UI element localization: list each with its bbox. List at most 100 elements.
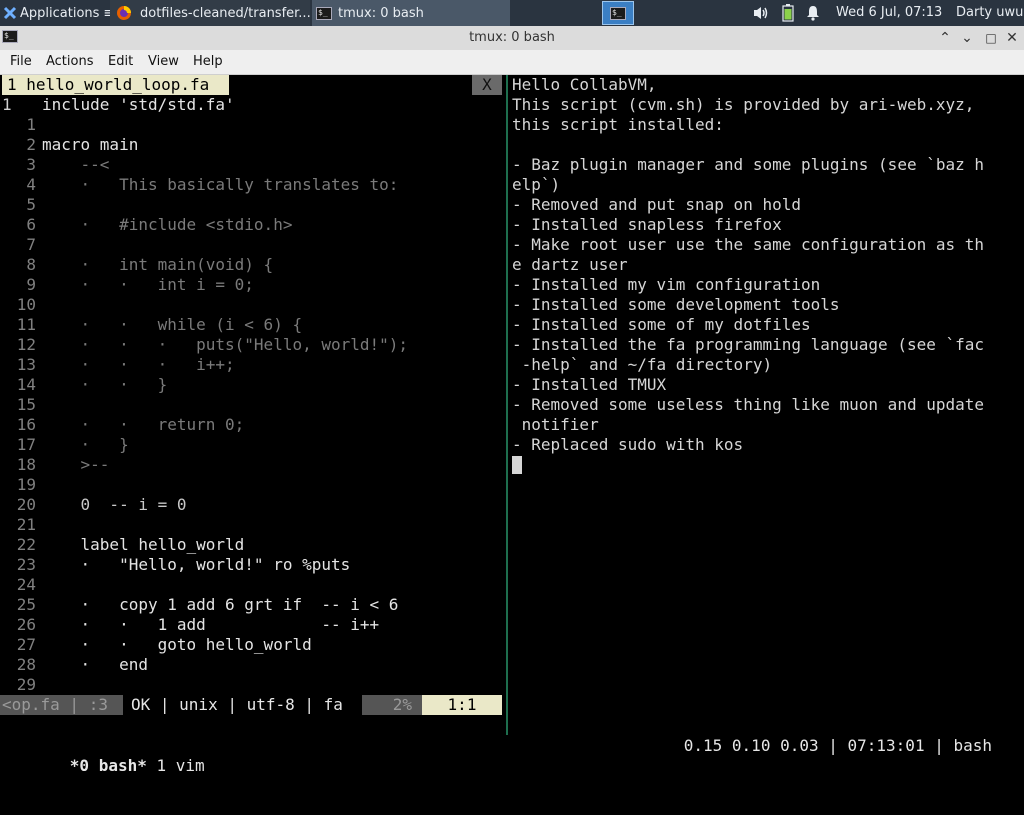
menu-help[interactable]: Help — [193, 54, 223, 69]
line-number: 15 — [16, 395, 36, 414]
line-number: 28 — [16, 655, 36, 674]
tmux-status-bar: *0 bash* 1 vim 0.15 0.10 0.03 | 07:13:01… — [0, 735, 1024, 775]
line-number: 27 — [16, 635, 36, 654]
shell-output-line: - Installed some of my dotfiles — [512, 315, 811, 334]
vim-line-numbers: 1 1 2 3 4 5 6 7 8 9 10 11 12 13 14 15 16 17 18 19 20 21 22 23 24… — [0, 95, 36, 695]
firefox-icon — [116, 5, 132, 21]
shell-output-line: -help` and ~/fa directory) — [512, 355, 773, 374]
window-titlebar[interactable]: $_ tmux: 0 bash ⌃ ⌄ □ ✕ — [0, 26, 1024, 51]
minimize-icon[interactable]: ⌄ — [958, 29, 976, 47]
code-line: --< — [42, 155, 110, 174]
menu-edit[interactable]: Edit — [108, 54, 133, 69]
text-cursor — [512, 456, 522, 474]
line-number: 17 — [16, 435, 36, 454]
panel-user[interactable]: Darty uwu — [956, 5, 1023, 20]
code-line: · This basically translates to: — [42, 175, 399, 194]
task-firefox-label: dotfiles-cleaned/transfer... — [140, 5, 310, 21]
code-line: · "Hello, world!" ro %puts — [42, 555, 351, 574]
line-number: 6 — [26, 215, 36, 234]
battery-icon[interactable] — [782, 4, 794, 22]
code-line: · copy 1 add 6 grt if -- i < 6 — [42, 595, 399, 614]
xfce-logo-icon — [3, 6, 17, 20]
code-line: >-- — [42, 455, 110, 474]
vim-tab-close-button[interactable]: X — [472, 75, 502, 95]
line-number: 2 — [26, 135, 36, 154]
line-number: 23 — [16, 555, 36, 574]
code-line: · #include <stdio.h> — [42, 215, 293, 234]
code-line: · · goto hello_world — [42, 635, 312, 654]
vim-tab[interactable]: 1 hello_world_loop.fa — [2, 75, 229, 95]
tmux-status-right: 0.15 0.10 0.03 | 07:13:01 | bash — [683, 736, 992, 755]
line-number: 13 — [16, 355, 36, 374]
volume-icon[interactable] — [752, 5, 770, 21]
line-number: 9 — [26, 275, 36, 294]
vim-code-buffer[interactable]: include 'std/std.fa' macro main --< · Thi… — [42, 95, 502, 695]
workspace-switcher[interactable]: $_ — [602, 1, 634, 25]
code-line: · · return 0; — [42, 415, 245, 434]
code-line: · end — [42, 655, 148, 674]
applications-label: Applications — [20, 5, 100, 21]
top-panel: Applications ≡ dotfiles-cleaned/transfer… — [0, 0, 1024, 26]
task-firefox[interactable]: dotfiles-cleaned/transfer... — [110, 0, 310, 26]
vim-status-position: 1:1 — [422, 695, 502, 715]
line-number: 29 — [16, 675, 36, 694]
menu-actions[interactable]: Actions — [46, 54, 94, 69]
line-number: 19 — [16, 475, 36, 494]
shell-output-line: this script installed: — [512, 115, 724, 134]
code-line: · · } — [42, 375, 168, 394]
line-number: 25 — [16, 595, 36, 614]
shell-output-line: e dartz user — [512, 255, 628, 274]
line-number: 1 — [26, 115, 36, 134]
task-terminal[interactable]: $_ tmux: 0 bash — [312, 0, 510, 26]
menu-bar: File Actions Edit View Help — [0, 50, 1024, 75]
shell-prompt-line[interactable] — [512, 455, 1017, 475]
line-number: 1 — [2, 95, 12, 114]
menu-view[interactable]: View — [148, 54, 179, 69]
shell-output-line: This script (cvm.sh) is provided by ari-… — [512, 95, 975, 114]
shell-output-line: - Installed the fa programming language … — [512, 335, 985, 354]
code-line: · · · i++; — [42, 355, 235, 374]
code-line: · · · puts("Hello, world!"); — [42, 335, 409, 354]
shell-output-line: - Installed snapless firefox — [512, 215, 782, 234]
shell-output-line: notifier — [512, 415, 599, 434]
code-line: label hello_world — [42, 535, 245, 554]
vim-tabline-fill — [229, 75, 472, 95]
code-line: macro main — [42, 135, 139, 154]
panel-clock[interactable]: Wed 6 Jul, 07:13 — [836, 5, 942, 20]
tmux-window-other[interactable]: 1 vim — [147, 756, 204, 775]
window-title: tmux: 0 bash — [469, 30, 555, 45]
shell-output-line: - Removed and put snap on hold — [512, 195, 801, 214]
code-line: · int main(void) { — [42, 255, 274, 274]
vim-status-file: <op.fa | :3 — [0, 695, 123, 715]
applications-menu[interactable]: Applications ≡ — [0, 0, 110, 26]
code-line: · · while (i < 6) { — [42, 315, 303, 334]
maximize-icon[interactable]: □ — [982, 29, 1000, 47]
close-icon[interactable]: ✕ — [1003, 29, 1021, 47]
line-number: 7 — [26, 235, 36, 254]
shell-output-line: - Replaced sudo with kos — [512, 435, 744, 454]
pane-divider[interactable] — [506, 75, 508, 735]
menu-file[interactable]: File — [10, 54, 32, 69]
window-up-icon[interactable]: ⌃ — [936, 29, 954, 47]
line-number: 12 — [16, 335, 36, 354]
line-number: 24 — [16, 575, 36, 594]
shell-pane[interactable]: Hello CollabVM, This script (cvm.sh) is p… — [512, 75, 1017, 475]
line-number: 3 — [26, 155, 36, 174]
terminal-area[interactable]: 1 hello_world_loop.fa X 1 1 2 3 4 5 6 7 8 9 10 11 12… — [0, 75, 1024, 775]
shell-output-line: - Installed some development tools — [512, 295, 840, 314]
line-number: 22 — [16, 535, 36, 554]
tmux-window-active[interactable]: *0 bash* — [70, 756, 147, 775]
workspace-terminal-icon: $_ — [610, 6, 626, 20]
line-number: 20 — [16, 495, 36, 514]
notification-bell-icon[interactable] — [806, 5, 820, 21]
task-terminal-label: tmux: 0 bash — [338, 5, 424, 21]
line-number: 21 — [16, 515, 36, 534]
line-number: 10 — [16, 295, 36, 314]
line-number: 8 — [26, 255, 36, 274]
